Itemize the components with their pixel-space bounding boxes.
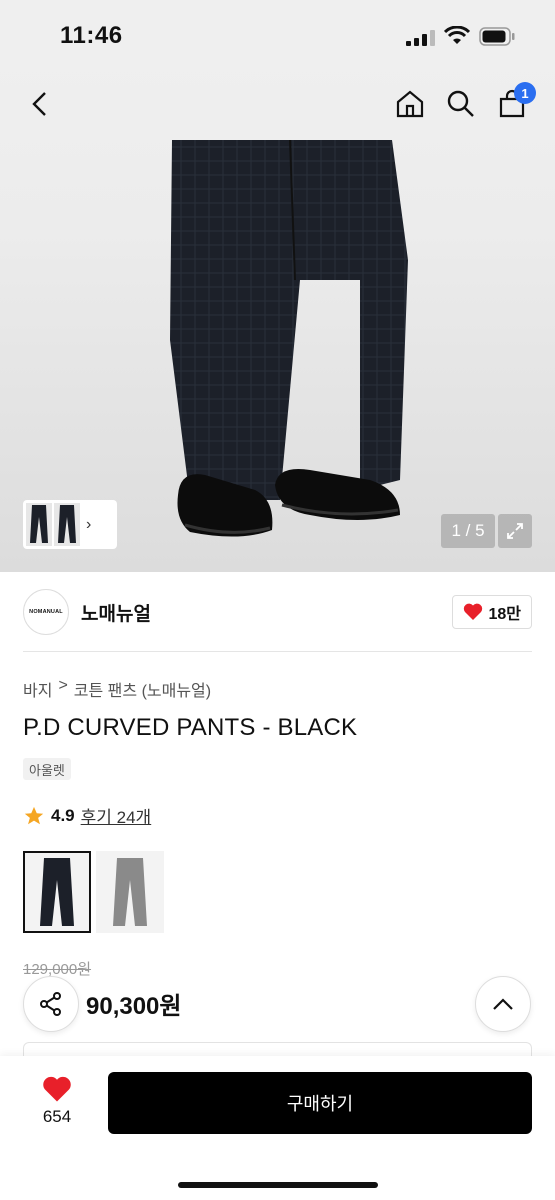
search-icon[interactable] bbox=[443, 86, 479, 122]
share-icon bbox=[40, 992, 61, 1016]
star-icon bbox=[24, 806, 44, 824]
sale-price: 90,300원 bbox=[86, 993, 182, 1020]
buy-button[interactable]: 구매하기 bbox=[108, 1072, 532, 1134]
scroll-to-top-button[interactable] bbox=[475, 976, 531, 1032]
status-time: 11:46 bbox=[60, 22, 123, 49]
brand-like-button[interactable]: 18만 bbox=[452, 595, 532, 629]
heart-icon bbox=[43, 1076, 71, 1102]
reviews-link[interactable]: 후기 24개 bbox=[81, 803, 152, 828]
chevron-right-icon[interactable]: › bbox=[86, 516, 91, 534]
chevron-left-icon[interactable] bbox=[22, 86, 58, 122]
brand-like-count: 18만 bbox=[488, 606, 521, 623]
image-counter: 1 / 5 bbox=[441, 514, 495, 548]
wifi-icon bbox=[444, 26, 470, 44]
share-button[interactable] bbox=[23, 976, 79, 1032]
product-title: P.D CURVED PANTS - BLACK bbox=[23, 714, 358, 741]
breadcrumb-item[interactable]: 바지 bbox=[23, 677, 52, 701]
thumbnail[interactable] bbox=[26, 503, 52, 546]
wishlist-count: 654 bbox=[42, 1107, 72, 1126]
thumbnail[interactable] bbox=[54, 503, 80, 546]
color-swatch-gray[interactable] bbox=[96, 851, 164, 933]
wishlist-button[interactable]: 654 bbox=[30, 1076, 84, 1127]
home-indicator bbox=[178, 1182, 378, 1188]
gallery-thumbnails[interactable]: › bbox=[23, 500, 117, 549]
brand-row[interactable]: NOMANUAL 노매뉴얼 18만 bbox=[23, 586, 532, 638]
breadcrumb: 바지 > 코튼 팬츠 (노매뉴얼) bbox=[23, 677, 211, 701]
home-icon[interactable] bbox=[392, 86, 428, 122]
top-nav: 1 bbox=[0, 70, 555, 140]
battery-icon bbox=[479, 27, 515, 46]
product-photo bbox=[170, 140, 408, 537]
status-bar: 11:46 bbox=[0, 0, 555, 70]
color-options bbox=[23, 851, 164, 933]
divider bbox=[23, 651, 532, 652]
cart-badge: 1 bbox=[514, 82, 536, 104]
signal-icon bbox=[406, 30, 435, 46]
breadcrumb-item[interactable]: 코튼 팬츠 (노매뉴얼) bbox=[74, 677, 211, 701]
color-swatch-black[interactable] bbox=[23, 851, 91, 933]
shopping-bag-icon[interactable]: 1 bbox=[494, 82, 536, 122]
rating: 4.9 후기 24개 bbox=[23, 803, 151, 828]
brand-logo[interactable]: NOMANUAL bbox=[23, 589, 69, 635]
outlet-tag: 아울렛 bbox=[23, 758, 71, 780]
heart-icon bbox=[464, 603, 483, 620]
rating-score: 4.9 bbox=[51, 805, 75, 825]
chevron-up-icon bbox=[493, 998, 513, 1010]
expand-icon[interactable] bbox=[498, 514, 532, 548]
bottom-action-bar: 654 구매하기 bbox=[0, 1056, 555, 1200]
breadcrumb-separator: > bbox=[58, 677, 68, 694]
brand-name[interactable]: 노매뉴얼 bbox=[81, 599, 151, 626]
